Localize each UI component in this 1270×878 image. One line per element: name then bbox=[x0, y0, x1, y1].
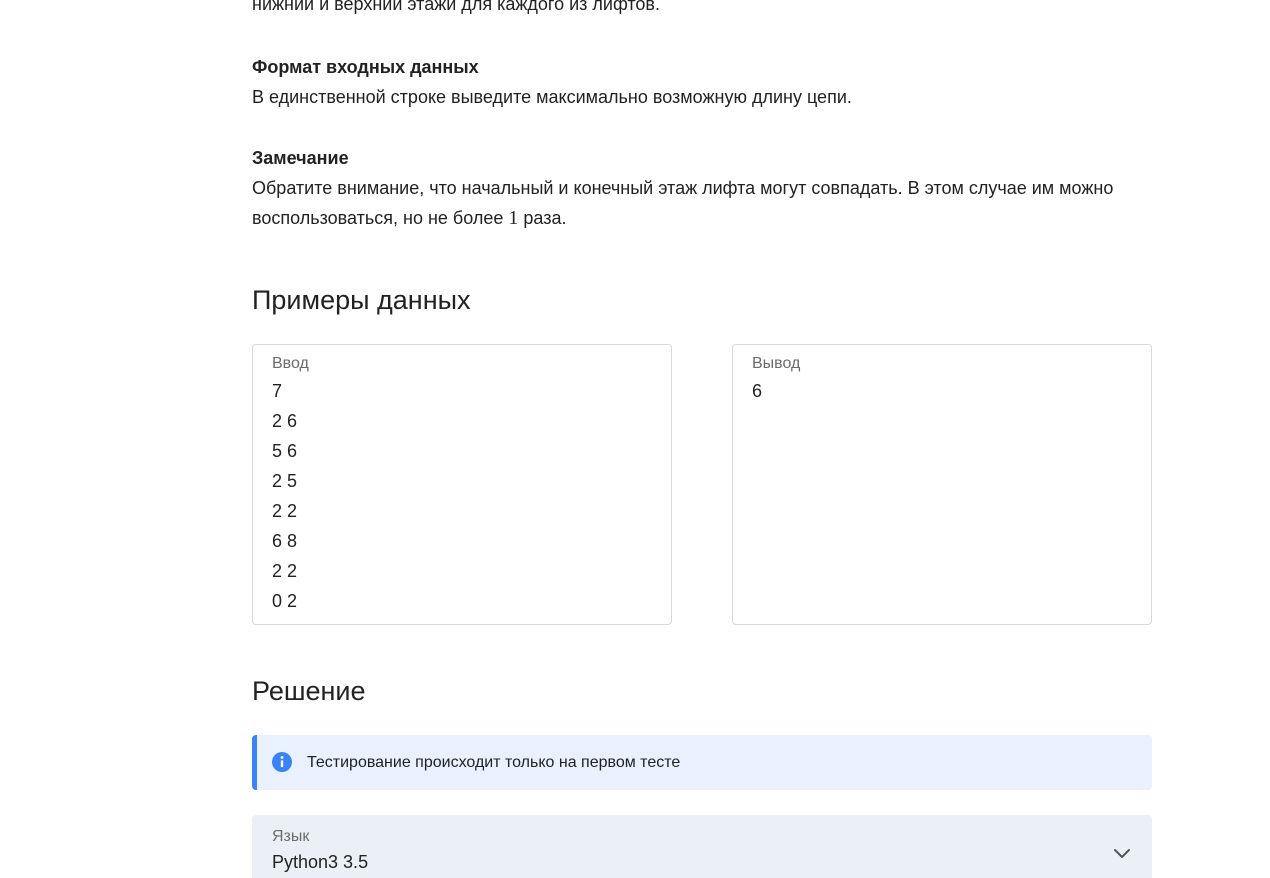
sample-output-lines: 6 bbox=[752, 376, 762, 406]
sample-line: 0 2 bbox=[272, 591, 298, 611]
sample-output-box: Вывод 6 bbox=[732, 344, 1152, 625]
language-select-label: Язык bbox=[272, 828, 310, 845]
sample-input-box: Ввод 7 2 6 5 6 2 5 2 2 6 8 2 2 0 2 bbox=[252, 344, 672, 625]
examples-title: Примеры данных bbox=[252, 285, 471, 315]
language-select[interactable]: Язык Python3 3.5 bbox=[252, 815, 1152, 878]
sample-line: 2 2 bbox=[272, 561, 298, 581]
solution-title: Решение bbox=[252, 676, 366, 706]
language-select-value: Python3 3.5 bbox=[272, 852, 369, 872]
output-format-text: В единственной строке выведите максималь… bbox=[252, 87, 852, 107]
sample-line: 2 2 bbox=[272, 501, 298, 521]
info-alert-accent-bar bbox=[252, 735, 257, 790]
sample-line: 5 6 bbox=[272, 441, 298, 461]
note-heading: Замечание bbox=[252, 148, 349, 168]
chevron-down-icon[interactable] bbox=[1112, 843, 1132, 863]
note-text-post: раза. bbox=[518, 208, 567, 228]
output-format-heading: Формат входных данных bbox=[252, 57, 479, 77]
info-alert: Тестирование происходит только на первом… bbox=[252, 735, 1152, 790]
note-math-number: 1 bbox=[508, 207, 519, 229]
info-alert-text: Тестирование происходит только на первом… bbox=[307, 754, 681, 771]
problem-page: нижний и верхний этажи для каждого из ли… bbox=[0, 0, 1270, 878]
note-text-line-1: Обратите внимание, что начальный и конеч… bbox=[252, 178, 1114, 198]
note-text-pre: воспользоваться, но не более bbox=[252, 208, 509, 228]
info-icon bbox=[272, 752, 292, 772]
sample-input-lines: 7 2 6 5 6 2 5 2 2 6 8 2 2 0 2 bbox=[272, 376, 297, 616]
sample-line: 2 5 bbox=[272, 471, 298, 491]
sample-line: 6 8 bbox=[272, 531, 298, 551]
statement-cut-line: нижний и верхний этажи для каждого из ли… bbox=[252, 0, 660, 14]
sample-line: 7 bbox=[272, 381, 283, 401]
sample-output-label: Вывод bbox=[752, 355, 801, 372]
note-text-line-2: воспользоваться, но не более 1 раза. bbox=[252, 203, 566, 233]
sample-line: 6 bbox=[752, 381, 763, 401]
sample-input-label: Ввод bbox=[272, 355, 309, 372]
sample-line: 2 6 bbox=[272, 411, 298, 431]
